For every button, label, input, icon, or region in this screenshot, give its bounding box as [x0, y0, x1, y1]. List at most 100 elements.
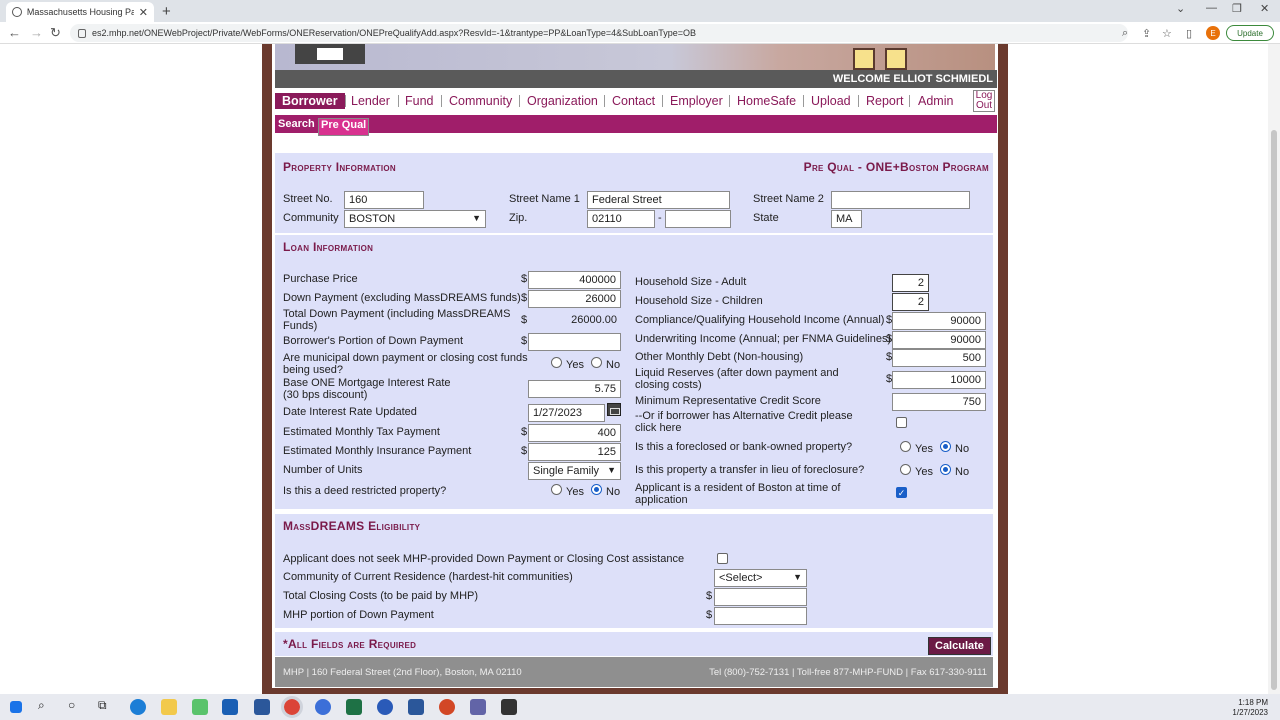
profile-avatar[interactable]: E: [1206, 26, 1220, 40]
teams-icon[interactable]: [470, 699, 486, 715]
units-value: Single Family: [533, 465, 600, 477]
menu-lender[interactable]: Lender: [351, 94, 390, 108]
street2-field[interactable]: [831, 191, 970, 209]
cortana-icon[interactable]: ○: [68, 698, 84, 714]
closing-costs-label: Total Closing Costs (to be paid by MHP): [283, 590, 479, 602]
sidebar-icon[interactable]: ▯: [1186, 27, 1192, 40]
menu-borrower[interactable]: Borrower: [275, 93, 345, 109]
calculate-button[interactable]: Calculate: [928, 637, 991, 655]
new-tab-button[interactable]: +: [162, 3, 171, 20]
alt-credit-checkbox[interactable]: [896, 417, 907, 428]
foreclosed-yes-radio[interactable]: [900, 441, 911, 452]
app-icon[interactable]: [501, 699, 517, 715]
app-icon[interactable]: [377, 699, 393, 715]
menu-upload[interactable]: Upload: [811, 94, 851, 108]
zoom-icon[interactable]: ⌕: [1122, 27, 1128, 40]
state-field[interactable]: MA: [831, 210, 862, 228]
municipal-no-radio[interactable]: [591, 357, 602, 368]
submenu-prequal[interactable]: Pre Qual: [318, 118, 370, 136]
resident-checkbox[interactable]: ✓: [896, 487, 907, 498]
other-debt-field[interactable]: 500: [892, 349, 986, 367]
transfer-yes-radio[interactable]: [900, 464, 911, 475]
mhp-portion-label: MHP portion of Down Payment: [283, 609, 434, 621]
menu-fund[interactable]: Fund: [405, 94, 434, 108]
menu-admin[interactable]: Admin: [918, 94, 953, 108]
menu-report[interactable]: Report: [866, 94, 904, 108]
minimize-icon[interactable]: —: [1206, 2, 1217, 14]
outlook-icon[interactable]: [222, 699, 238, 715]
menu-contact[interactable]: Contact: [612, 94, 655, 108]
word-icon[interactable]: [408, 699, 424, 715]
foreclosed-no-radio[interactable]: [940, 441, 951, 452]
close-tab-icon[interactable]: ✕: [139, 6, 148, 19]
qual-income-field[interactable]: 90000: [892, 312, 986, 330]
dollar-sign: $: [706, 590, 713, 602]
windows-start-icon[interactable]: [10, 701, 22, 713]
hh-children-field[interactable]: 2: [892, 293, 929, 311]
units-label: Number of Units: [283, 464, 363, 476]
reserves-field[interactable]: 10000: [892, 371, 986, 389]
down-payment-field[interactable]: 26000: [528, 290, 621, 308]
app-icon[interactable]: [192, 699, 208, 715]
street-no-field[interactable]: 160: [344, 191, 424, 209]
tax-field[interactable]: 400: [528, 424, 621, 442]
street1-label: Street Name 1: [509, 193, 580, 205]
submenu-search[interactable]: Search: [278, 118, 315, 130]
browser-icon[interactable]: [315, 699, 331, 715]
restore-icon[interactable]: ❐: [1232, 2, 1242, 15]
url-field[interactable]: es2.mhp.net/ONEWebProject/Private/WebFor…: [70, 24, 1128, 42]
bookmark-star-icon[interactable]: ☆: [1162, 27, 1172, 40]
menu-community[interactable]: Community: [449, 94, 512, 108]
chevron-down-icon: ▼: [793, 572, 802, 582]
mail-icon[interactable]: [254, 699, 270, 715]
reload-icon[interactable]: ↻: [50, 25, 61, 41]
logout-button[interactable]: Log Out: [973, 90, 995, 112]
file-explorer-icon[interactable]: [161, 699, 177, 715]
share-icon[interactable]: ⇪: [1142, 27, 1151, 40]
rate-field[interactable]: 5.75: [528, 380, 621, 398]
menu-employer[interactable]: Employer: [670, 94, 723, 108]
task-view-icon[interactable]: ⧉: [98, 698, 114, 714]
chrome-icon[interactable]: [281, 696, 303, 718]
community-select[interactable]: BOSTON ▼: [344, 210, 486, 228]
rate-date-label: Date Interest Rate Updated: [283, 406, 417, 418]
back-icon[interactable]: ←: [8, 25, 21, 40]
municipal-yes-radio[interactable]: [551, 357, 562, 368]
rate-date-field[interactable]: 1/27/2023: [528, 404, 605, 422]
edge-icon[interactable]: [130, 699, 146, 715]
excel-icon[interactable]: [346, 699, 362, 715]
zip-field[interactable]: 02110: [587, 210, 655, 228]
chevron-down-icon: ▼: [607, 465, 616, 475]
street1-field[interactable]: Federal Street: [587, 191, 730, 209]
units-select[interactable]: Single Family ▼: [528, 462, 621, 480]
credit-field[interactable]: 750: [892, 393, 986, 411]
deed-yes-radio[interactable]: [551, 484, 562, 495]
yes-label: Yes: [915, 466, 933, 478]
mhp-portion-field[interactable]: [714, 607, 807, 625]
powerpoint-icon[interactable]: [439, 699, 455, 715]
no-seek-checkbox[interactable]: [717, 553, 728, 564]
menu-homesafe[interactable]: HomeSafe: [737, 94, 796, 108]
dollar-sign: $: [521, 335, 528, 347]
zip4-field[interactable]: [665, 210, 731, 228]
hh-adult-field[interactable]: 2: [892, 274, 929, 292]
transfer-no-radio[interactable]: [940, 464, 951, 475]
update-button[interactable]: Update: [1226, 25, 1274, 41]
browser-tab[interactable]: Massachusetts Housing Partnersh ✕: [6, 2, 154, 22]
tab-search-icon[interactable]: ⌄: [1176, 2, 1185, 15]
calendar-icon[interactable]: [607, 403, 621, 416]
insurance-field[interactable]: 125: [528, 443, 621, 461]
closing-costs-field[interactable]: [714, 588, 807, 606]
close-window-icon[interactable]: ✕: [1260, 2, 1269, 15]
search-icon[interactable]: ⌕: [38, 698, 54, 714]
menu-organization[interactable]: Organization: [527, 94, 598, 108]
borrower-portion-field[interactable]: [528, 333, 621, 351]
system-clock[interactable]: 1:18 PM 1/27/2023: [1232, 698, 1268, 718]
residence-community-select[interactable]: <Select> ▼: [714, 569, 807, 587]
deed-no-radio[interactable]: [591, 484, 602, 495]
purchase-price-field[interactable]: 400000: [528, 271, 621, 289]
scrollbar-thumb[interactable]: [1271, 130, 1277, 690]
forward-icon[interactable]: →: [30, 25, 43, 40]
purchase-price-label: Purchase Price: [283, 273, 358, 285]
uw-income-field[interactable]: 90000: [892, 331, 986, 349]
